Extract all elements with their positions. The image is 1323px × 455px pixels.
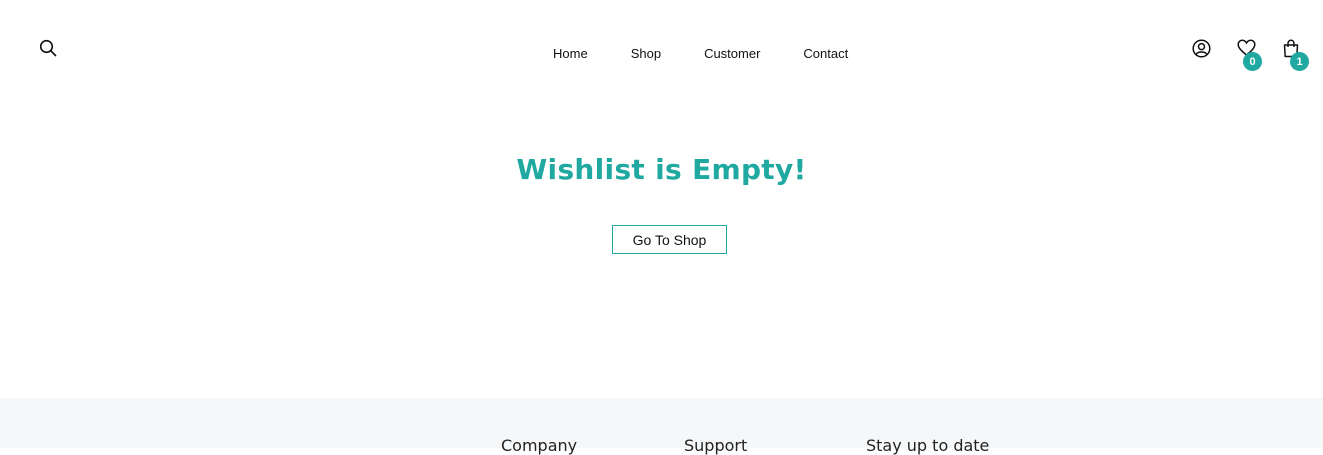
search-icon [39,39,57,57]
site-header: Home Shop Customer Contact 0 1 [0,0,1323,100]
main-nav: Home Shop Customer Contact [553,46,848,62]
nav-shop[interactable]: Shop [631,46,661,62]
nav-home[interactable]: Home [553,46,588,62]
empty-wishlist-title: Wishlist is Empty! [516,153,807,186]
footer-heading-company: Company [501,436,578,455]
footer-heading-newsletter: Stay up to date [866,436,990,455]
user-icon [1191,38,1211,58]
go-to-shop-button[interactable]: Go To Shop [612,225,727,254]
site-footer: Company Support Stay up to date [0,398,1323,455]
footer-heading-support: Support [684,436,748,455]
account-button[interactable] [1191,38,1211,58]
cart-count-badge: 1 [1290,52,1309,71]
search-button[interactable] [38,38,58,58]
wishlist-count-badge: 0 [1243,52,1262,71]
nav-customer[interactable]: Customer [704,46,760,62]
wishlist-content: Wishlist is Empty! Go To Shop [0,100,1323,398]
nav-contact[interactable]: Contact [803,46,848,62]
